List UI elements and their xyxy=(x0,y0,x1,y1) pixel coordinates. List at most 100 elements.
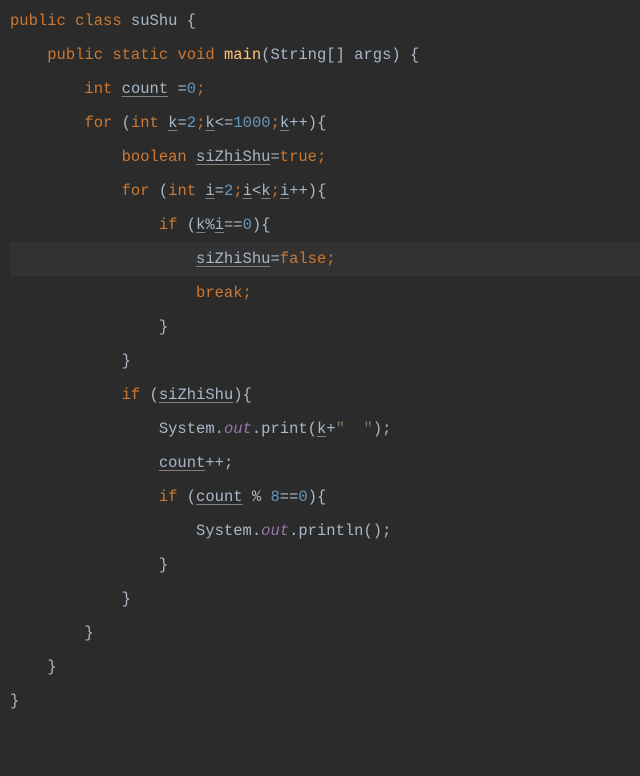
variable: siZhiShu xyxy=(196,148,270,166)
code-line: public class suShu { xyxy=(10,4,640,38)
string-literal: " " xyxy=(336,420,373,438)
brace: } xyxy=(10,692,19,710)
code-line: public static void main(String[] args) { xyxy=(10,38,640,72)
variable: i xyxy=(215,216,224,234)
variable: k xyxy=(205,114,214,132)
number: 0 xyxy=(298,488,307,506)
class-ref: System. xyxy=(196,522,261,540)
op: = xyxy=(270,250,279,268)
keyword: false xyxy=(280,250,327,268)
semi: ; xyxy=(326,250,335,268)
variable: i xyxy=(280,182,289,200)
keyword: boolean xyxy=(122,148,196,166)
semi: ; xyxy=(233,182,242,200)
code-line: System.out.println(); xyxy=(10,514,640,548)
paren: ( xyxy=(187,488,196,506)
method-call: .print( xyxy=(252,420,317,438)
keyword: if xyxy=(159,488,187,506)
op: % xyxy=(205,216,214,234)
number: 2 xyxy=(224,182,233,200)
op: = xyxy=(215,182,224,200)
op: ++){ xyxy=(289,182,326,200)
keyword: int xyxy=(131,114,168,132)
keyword: for xyxy=(122,182,159,200)
code-line: for (int k=2;k<=1000;k++){ xyxy=(10,106,640,140)
code-editor[interactable]: public class suShu { public static void … xyxy=(0,0,640,718)
variable: k xyxy=(196,216,205,234)
paren: ( xyxy=(122,114,131,132)
op: < xyxy=(252,182,261,200)
variable: k xyxy=(261,182,270,200)
paren: ){ xyxy=(252,216,271,234)
code-line: if (k%i==0){ xyxy=(10,208,640,242)
code-line: boolean siZhiShu=true; xyxy=(10,140,640,174)
variable: count xyxy=(159,454,206,472)
method-name: main xyxy=(224,46,261,64)
code-line: if (siZhiShu){ xyxy=(10,378,640,412)
number: 2 xyxy=(187,114,196,132)
keyword: public class xyxy=(10,12,131,30)
semi: ; xyxy=(271,182,280,200)
brace: } xyxy=(122,590,131,608)
op: % xyxy=(243,488,271,506)
paren: ( xyxy=(159,182,168,200)
variable: siZhiShu xyxy=(159,386,233,404)
code-line: if (count % 8==0){ xyxy=(10,480,640,514)
code-line: break; xyxy=(10,276,640,310)
code-line: count++; xyxy=(10,446,640,480)
brace: } xyxy=(122,352,131,370)
keyword: for xyxy=(84,114,121,132)
variable: i xyxy=(243,182,252,200)
variable: i xyxy=(205,182,214,200)
op: = xyxy=(177,114,186,132)
static-field: out xyxy=(261,522,289,540)
brace: } xyxy=(159,556,168,574)
code-line: System.out.print(k+" "); xyxy=(10,412,640,446)
code-line: } xyxy=(10,548,640,582)
op: + xyxy=(326,420,335,438)
op: ++; xyxy=(205,454,233,472)
paren: ){ xyxy=(233,386,252,404)
semi: ; xyxy=(271,114,280,132)
op: ++){ xyxy=(289,114,326,132)
variable: siZhiShu xyxy=(196,250,270,268)
number: 0 xyxy=(243,216,252,234)
brace: } xyxy=(47,658,56,676)
code-line: } xyxy=(10,684,640,718)
code-line: } xyxy=(10,344,640,378)
static-field: out xyxy=(224,420,252,438)
number: 8 xyxy=(270,488,279,506)
brace: { xyxy=(187,12,196,30)
paren: ){ xyxy=(308,488,327,506)
variable: count xyxy=(196,488,243,506)
keyword: public static void xyxy=(47,46,224,64)
method-call: .println(); xyxy=(289,522,391,540)
semi: ; xyxy=(196,80,205,98)
paren: ); xyxy=(373,420,392,438)
keyword: int xyxy=(168,182,205,200)
code-line: int count =0; xyxy=(10,72,640,106)
brace: } xyxy=(159,318,168,336)
semi: ; xyxy=(317,148,326,166)
semi: ; xyxy=(243,284,252,302)
class-name: suShu xyxy=(131,12,187,30)
variable: k xyxy=(317,420,326,438)
code-line-highlight: siZhiShu=false; xyxy=(10,242,640,276)
keyword: true xyxy=(280,148,317,166)
keyword: break xyxy=(196,284,243,302)
number: 0 xyxy=(187,80,196,98)
code-line: for (int i=2;i<k;i++){ xyxy=(10,174,640,208)
code-line: } xyxy=(10,582,640,616)
op: == xyxy=(280,488,299,506)
op: = xyxy=(270,148,279,166)
brace: } xyxy=(84,624,93,642)
op: <= xyxy=(215,114,234,132)
number: 1000 xyxy=(233,114,270,132)
paren: ( xyxy=(187,216,196,234)
params: (String[] args) { xyxy=(261,46,419,64)
keyword: int xyxy=(84,80,121,98)
variable: count xyxy=(122,80,169,98)
text: = xyxy=(168,80,187,98)
code-line: } xyxy=(10,650,640,684)
op: == xyxy=(224,216,243,234)
